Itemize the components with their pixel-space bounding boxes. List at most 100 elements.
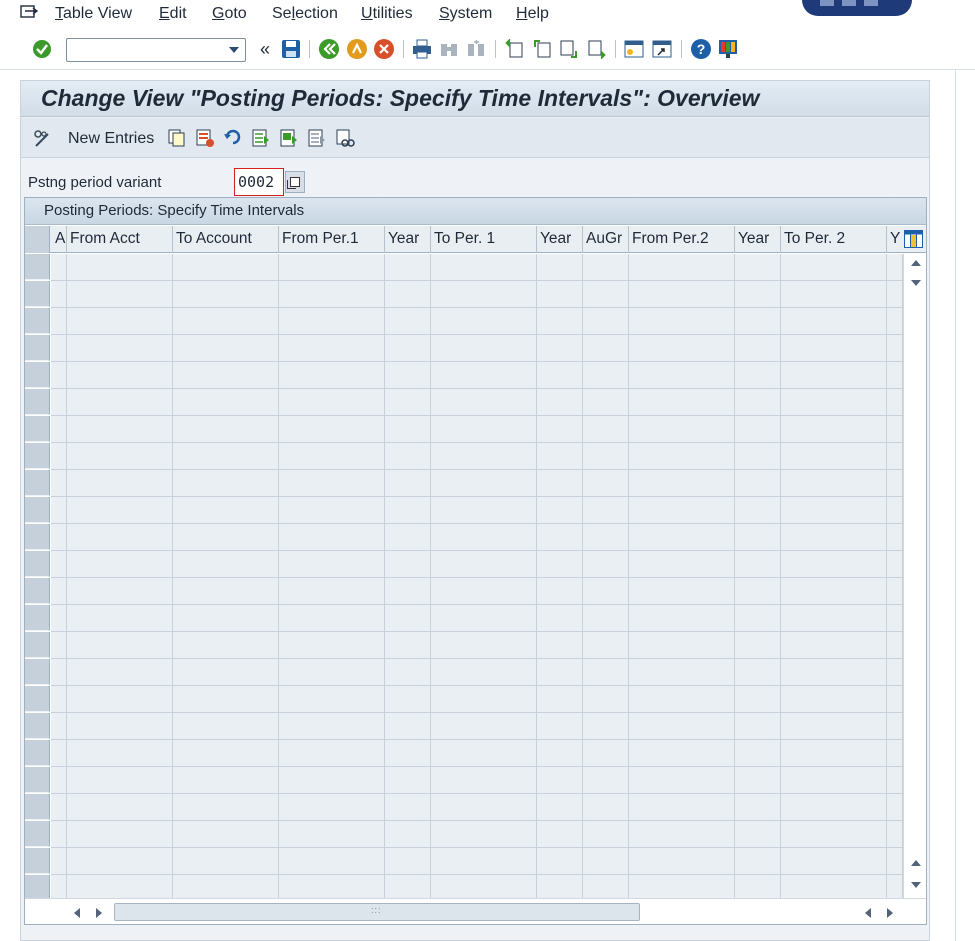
menu-table-view[interactable]: Table View [55, 5, 132, 23]
table-cell[interactable] [279, 767, 385, 794]
help-icon[interactable]: ? [690, 38, 712, 60]
column-header-from-per-2[interactable]: From Per.2 [629, 226, 735, 253]
table-cell[interactable] [735, 578, 781, 605]
table-cell[interactable] [279, 281, 385, 308]
table-cell[interactable] [629, 686, 735, 713]
table-cell[interactable] [51, 308, 67, 335]
table-cell[interactable] [385, 767, 431, 794]
table-cell[interactable] [735, 362, 781, 389]
table-cell[interactable] [51, 470, 67, 497]
row-selector[interactable] [25, 686, 50, 712]
table-cell[interactable] [279, 713, 385, 740]
table-cell[interactable] [629, 659, 735, 686]
table-cell[interactable] [583, 551, 629, 578]
table-cell[interactable] [173, 659, 279, 686]
table-cell[interactable] [67, 416, 173, 443]
table-cell[interactable] [735, 470, 781, 497]
table-cell[interactable] [431, 605, 537, 632]
table-cell[interactable] [51, 794, 67, 821]
column-header-to-per-1[interactable]: To Per. 1 [431, 226, 537, 253]
table-cell[interactable] [173, 308, 279, 335]
table-cell[interactable] [735, 551, 781, 578]
table-cell[interactable] [583, 443, 629, 470]
table-cell[interactable] [385, 578, 431, 605]
table-cell[interactable] [629, 281, 735, 308]
table-cell[interactable] [887, 848, 903, 875]
enter-icon[interactable] [31, 38, 53, 60]
table-cell[interactable] [735, 605, 781, 632]
table-cell[interactable] [279, 551, 385, 578]
row-selector[interactable] [25, 767, 50, 793]
table-cell[interactable] [51, 821, 67, 848]
table-cell[interactable] [279, 740, 385, 767]
table-cell[interactable] [385, 632, 431, 659]
table-cell[interactable] [629, 578, 735, 605]
row-selector[interactable] [25, 443, 50, 469]
table-cell[interactable] [385, 497, 431, 524]
table-cell[interactable] [629, 794, 735, 821]
deselect-all-icon[interactable] [307, 128, 327, 148]
table-cell[interactable] [51, 416, 67, 443]
row-selector[interactable] [25, 497, 50, 523]
table-cell[interactable] [887, 821, 903, 848]
table-cell[interactable] [51, 605, 67, 632]
table-cell[interactable] [385, 443, 431, 470]
table-cell[interactable] [385, 848, 431, 875]
row-selector[interactable] [25, 794, 50, 820]
table-cell[interactable] [431, 254, 537, 281]
table-cell[interactable] [781, 416, 887, 443]
table-cell[interactable] [279, 848, 385, 875]
table-cell[interactable] [173, 821, 279, 848]
table-cell[interactable] [537, 524, 583, 551]
table-cell[interactable] [67, 281, 173, 308]
table-cell[interactable] [173, 362, 279, 389]
table-cell[interactable] [735, 524, 781, 551]
table-cell[interactable] [583, 767, 629, 794]
table-cell[interactable] [67, 524, 173, 551]
table-cell[interactable] [279, 389, 385, 416]
table-cell[interactable] [629, 632, 735, 659]
table-cell[interactable] [67, 389, 173, 416]
table-cell[interactable] [887, 686, 903, 713]
table-cell[interactable] [67, 443, 173, 470]
row-selector[interactable] [25, 308, 50, 334]
table-cell[interactable] [537, 848, 583, 875]
table-cell[interactable] [537, 416, 583, 443]
table-cell[interactable] [781, 497, 887, 524]
shortcut-icon[interactable] [651, 38, 673, 60]
table-cell[interactable] [781, 254, 887, 281]
undo-change-icon[interactable] [223, 128, 243, 148]
table-cell[interactable] [173, 389, 279, 416]
table-cell[interactable] [583, 632, 629, 659]
table-cell[interactable] [781, 713, 887, 740]
value-help-button[interactable] [285, 171, 305, 193]
row-selector[interactable] [25, 632, 50, 658]
minimize-icon[interactable] [820, 0, 834, 6]
table-cell[interactable] [51, 443, 67, 470]
table-cell[interactable] [431, 821, 537, 848]
table-cell[interactable] [67, 362, 173, 389]
table-cell[interactable] [51, 659, 67, 686]
table-cell[interactable] [781, 848, 887, 875]
table-cell[interactable] [583, 740, 629, 767]
table-cell[interactable] [279, 254, 385, 281]
table-cell[interactable] [781, 281, 887, 308]
row-selector[interactable] [25, 713, 50, 739]
table-cell[interactable] [173, 551, 279, 578]
table-cell[interactable] [67, 632, 173, 659]
table-cell[interactable] [887, 335, 903, 362]
table-cell[interactable] [735, 848, 781, 875]
copy-as-icon[interactable] [167, 128, 187, 148]
table-settings-icon[interactable] [904, 230, 923, 248]
table-cell[interactable] [173, 848, 279, 875]
menu-goto[interactable]: Goto [212, 5, 247, 23]
table-cell[interactable] [629, 470, 735, 497]
row-selector[interactable] [25, 605, 50, 631]
table-cell[interactable] [67, 308, 173, 335]
table-cell[interactable] [67, 794, 173, 821]
command-field[interactable] [66, 38, 246, 62]
table-cell[interactable] [735, 308, 781, 335]
last-page-icon[interactable] [586, 38, 608, 60]
table-cell[interactable] [385, 713, 431, 740]
table-cell[interactable] [279, 794, 385, 821]
